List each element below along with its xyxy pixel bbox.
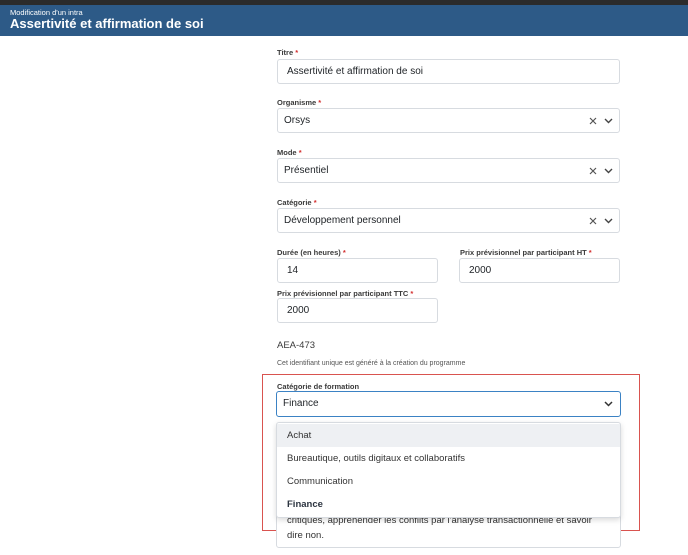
duree-label: Durée (en heures) * [277,248,346,257]
categorie-label: Catégorie * [277,198,317,207]
chevron-down-icon[interactable] [604,218,613,224]
mode-value: Présentiel [284,165,329,176]
categorie-value: Développement personnel [284,215,401,226]
duree-label-text: Durée (en heures) [277,248,341,257]
required-marker: * [313,198,317,207]
close-icon[interactable] [589,217,597,225]
titre-label: Titre * [277,48,298,57]
mode-label: Mode * [277,148,302,157]
titre-input[interactable]: Assertivité et affirmation de soi [277,59,620,84]
organisme-label-text: Organisme [277,98,317,107]
description-line: dire non. [287,530,324,541]
categorie-formation-dropdown-menu: Achat Bureautique, outils digitaux et co… [276,422,621,518]
identifier-help-text: Cet identifiant unique est généré à la c… [277,360,466,367]
required-marker: * [318,98,322,107]
dropdown-option-communication[interactable]: Communication [277,470,620,493]
mode-select[interactable]: Présentiel [277,158,620,183]
required-marker: * [342,248,346,257]
prix-ht-input[interactable]: 2000 [459,258,620,283]
dropdown-option-achat[interactable]: Achat [277,424,620,447]
page-header: Modification d'un intra Assertivité et a… [0,5,688,36]
organisme-label: Organisme * [277,98,321,107]
prix-ttc-label-text: Prix prévisionnel par participant TTC [277,289,409,298]
prix-ht-label: Prix prévisionnel par participant HT * [460,248,592,257]
required-marker: * [298,148,302,157]
categorie-formation-value: Finance [283,398,319,409]
categorie-label-text: Catégorie [277,198,312,207]
categorie-formation-label: Catégorie de formation [277,382,360,391]
chevron-down-icon[interactable] [604,118,613,124]
chevron-down-icon[interactable] [604,401,613,407]
titre-label-text: Titre [277,48,294,57]
categorie-select[interactable]: Développement personnel [277,208,620,233]
page-title: Assertivité et affirmation de soi [10,16,204,31]
required-marker: * [588,248,592,257]
dropdown-option-bureautique[interactable]: Bureautique, outils digitaux et collabor… [277,447,620,470]
chevron-down-icon[interactable] [604,168,613,174]
duree-input[interactable]: 14 [277,258,438,283]
mode-label-text: Mode [277,148,297,157]
prix-ttc-input[interactable]: 2000 [277,298,438,323]
categorie-formation-select[interactable]: Finance [276,391,621,417]
close-icon[interactable] [589,117,597,125]
prix-ttc-label: Prix prévisionnel par participant TTC * [277,289,413,298]
dropdown-option-finance[interactable]: Finance [277,493,620,516]
prix-ht-label-text: Prix prévisionnel par participant HT [460,248,587,257]
close-icon[interactable] [589,167,597,175]
required-marker: * [295,48,299,57]
organisme-value: Orsys [284,115,311,126]
organisme-select[interactable]: Orsys [277,108,620,133]
program-identifier: AEA-473 [277,340,316,351]
required-marker: * [410,289,414,298]
